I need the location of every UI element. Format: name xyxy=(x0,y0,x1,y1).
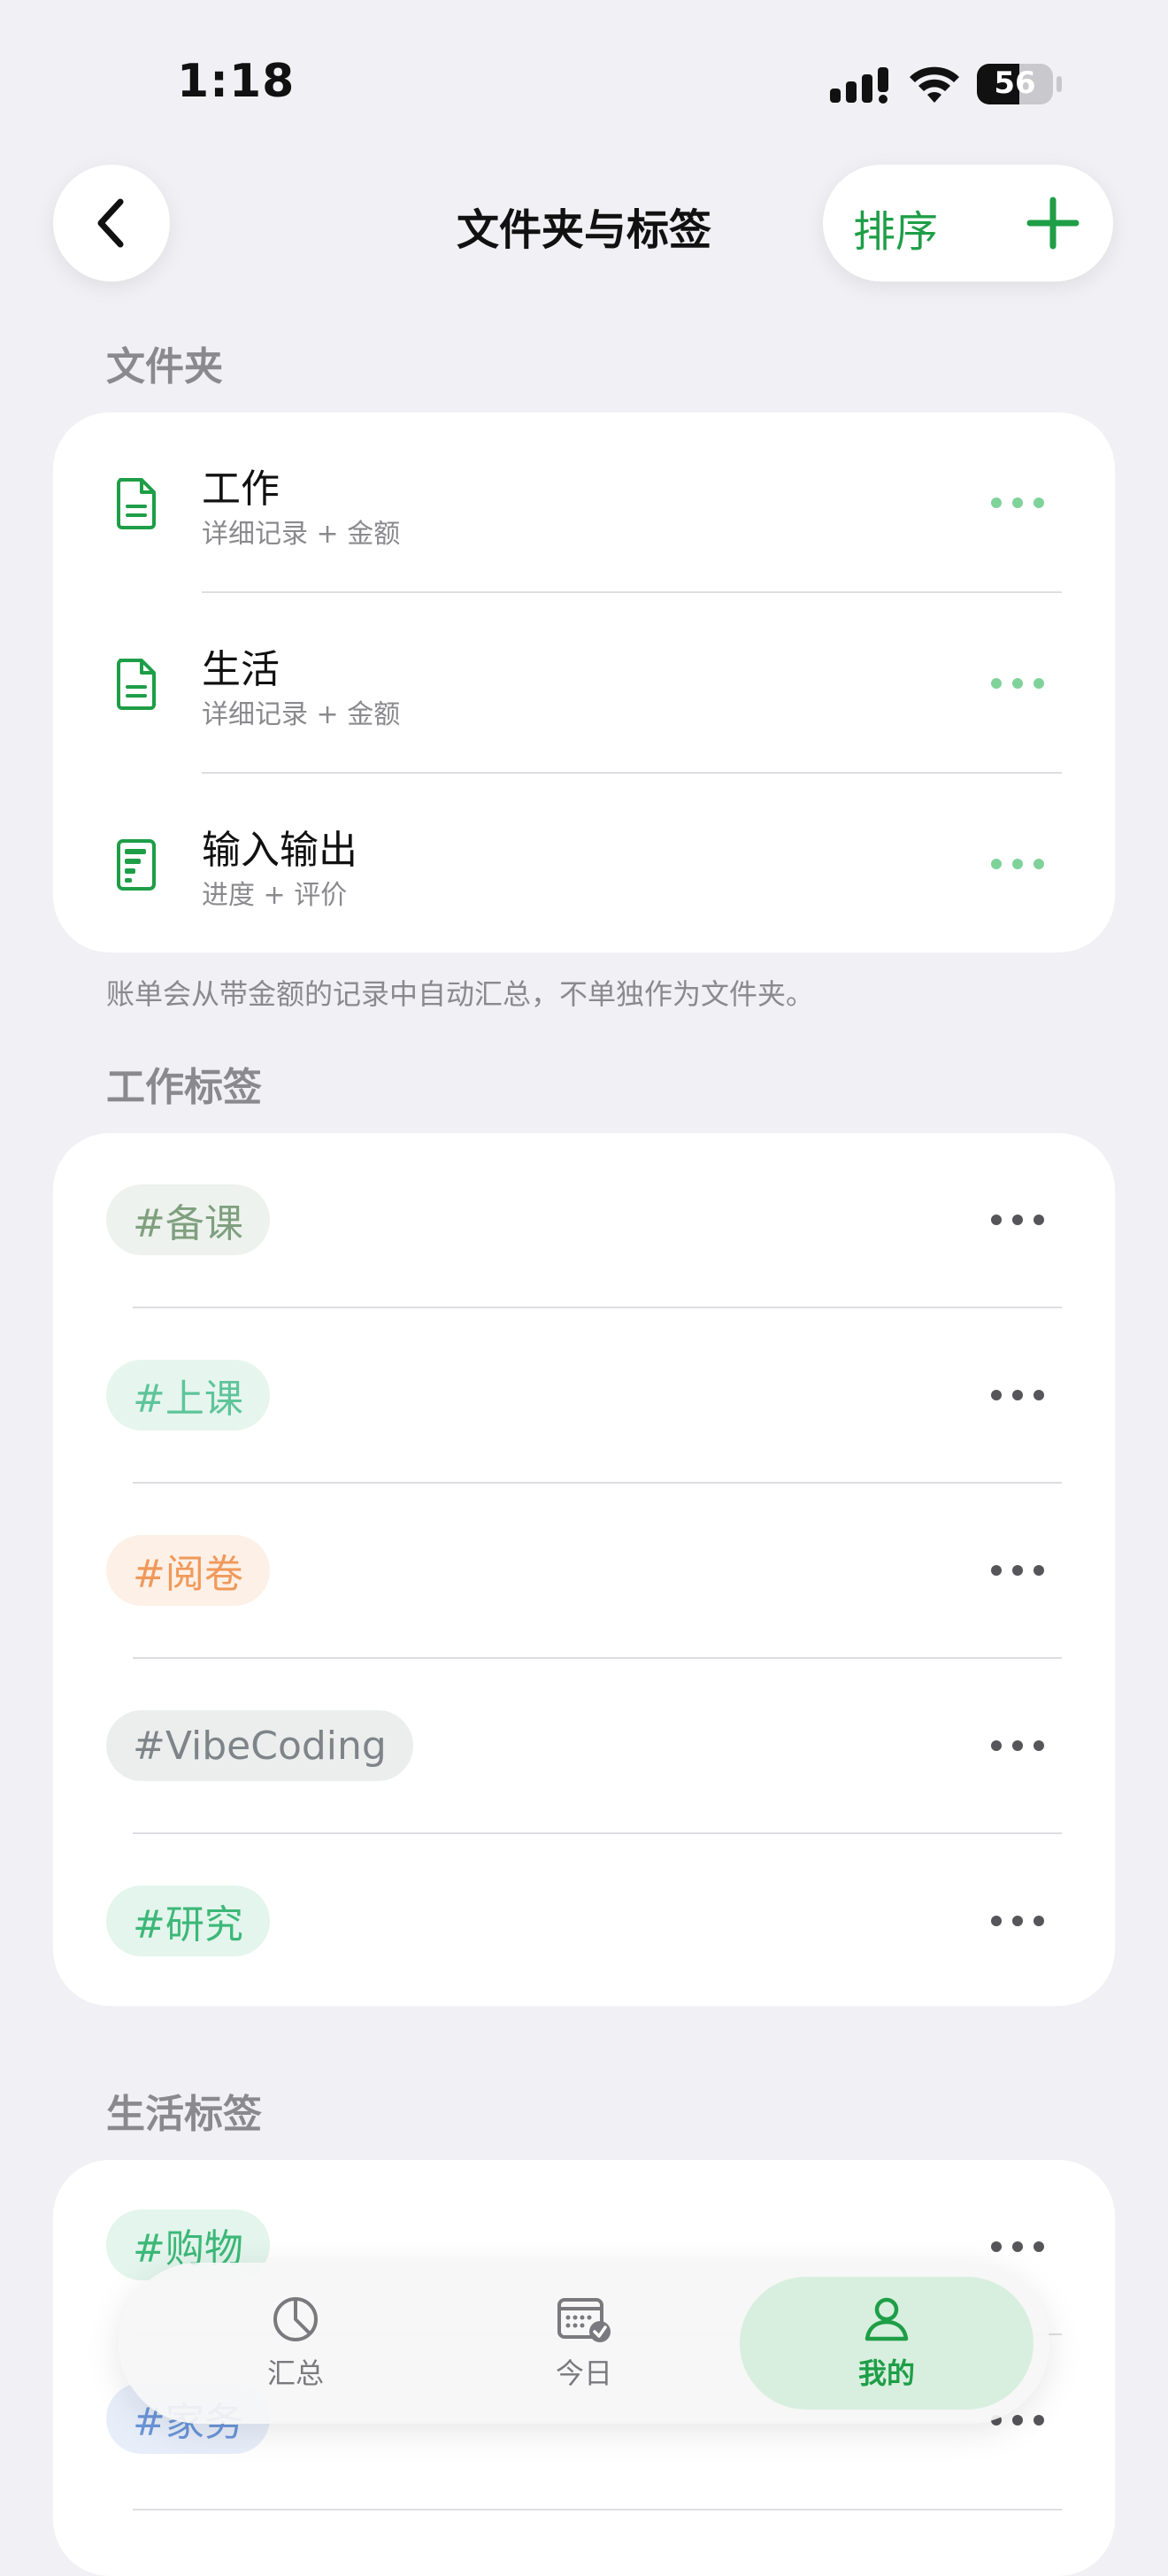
progress-document-icon xyxy=(117,839,156,891)
work-tags-heading: 工作标签 xyxy=(106,1065,262,1110)
more-icon[interactable] xyxy=(991,859,1044,871)
battery-percent: 56 xyxy=(994,66,1036,101)
status-time: 1:18 xyxy=(177,55,296,108)
tag-row[interactable]: #VibeCoding xyxy=(53,1659,1115,1834)
tag-row[interactable]: #阅卷 xyxy=(53,1484,1115,1659)
pie-chart-icon xyxy=(273,2297,318,2341)
work-tags-card: #备课 #上课 #阅卷 #VibeCoding #研究 xyxy=(53,1133,1115,2006)
folder-row-work[interactable]: 工作 详细记录 + 金额 xyxy=(53,413,1115,593)
folder-subtitle: 进度 + 评价 xyxy=(202,880,348,911)
nav-actions: 排序 xyxy=(823,165,1113,282)
tag-chip[interactable]: #上课 xyxy=(106,1360,270,1431)
tag-chip[interactable]: #阅卷 xyxy=(106,1535,270,1606)
battery-indicator: 56 xyxy=(977,64,1062,104)
sort-button[interactable]: 排序 xyxy=(853,197,938,258)
tab-label: 我的 xyxy=(857,2356,915,2390)
tag-chip[interactable]: #备课 xyxy=(106,1184,270,1255)
tab-today[interactable]: 今日 xyxy=(513,2263,655,2424)
folder-row-life[interactable]: 生活 详细记录 + 金额 xyxy=(53,593,1115,774)
life-tags-heading: 生活标签 xyxy=(106,2092,262,2137)
wifi-icon xyxy=(910,66,959,103)
folder-subtitle: 详细记录 + 金额 xyxy=(202,699,401,730)
chevron-left-icon xyxy=(97,198,124,248)
more-icon[interactable] xyxy=(991,497,1044,510)
more-icon[interactable] xyxy=(991,1740,1044,1753)
more-icon[interactable] xyxy=(991,1390,1044,1402)
folder-subtitle: 详细记录 + 金额 xyxy=(202,519,401,550)
calendar-check-icon xyxy=(557,2298,611,2342)
tag-row[interactable]: #备课 xyxy=(53,1133,1115,1308)
tab-label: 汇总 xyxy=(266,2356,324,2390)
more-icon[interactable] xyxy=(991,1565,1044,1577)
divider xyxy=(133,2509,1062,2510)
folder-title: 输入输出 xyxy=(202,828,357,873)
folder-row-io[interactable]: 输入输出 进度 + 评价 xyxy=(53,774,1115,953)
tag-chip[interactable]: #VibeCoding xyxy=(106,1710,413,1781)
folders-card: 工作 详细记录 + 金额 生活 详细记录 + 金额 输入输出 进度 + 评价 xyxy=(53,413,1115,953)
more-icon[interactable] xyxy=(991,1215,1044,1227)
tab-summary[interactable]: 汇总 xyxy=(225,2263,366,2424)
tag-row[interactable]: #研究 xyxy=(53,1834,1115,2006)
document-icon xyxy=(117,478,156,529)
more-icon[interactable] xyxy=(991,2241,1044,2254)
folder-title: 生活 xyxy=(202,647,280,692)
person-icon xyxy=(864,2297,909,2341)
folder-title: 工作 xyxy=(202,467,280,512)
folders-heading: 文件夹 xyxy=(106,344,223,389)
tag-chip[interactable]: #研究 xyxy=(106,1886,270,1956)
more-icon[interactable] xyxy=(991,678,1044,690)
tag-row[interactable]: #上课 xyxy=(53,1308,1115,1484)
document-icon xyxy=(117,659,156,710)
folders-footnote: 账单会从带金额的记录中自动汇总，不单独作为文件夹。 xyxy=(106,977,815,1011)
tab-mine[interactable]: 我的 xyxy=(816,2263,957,2424)
tab-label: 今日 xyxy=(555,2356,612,2390)
back-button[interactable] xyxy=(53,165,170,282)
cellular-signal-icon xyxy=(830,67,888,104)
add-icon[interactable] xyxy=(1025,195,1081,251)
more-icon[interactable] xyxy=(991,1916,1044,1928)
tab-bar: 汇总 今日 我的 xyxy=(119,2263,1049,2424)
page-title: 文件夹与标签 xyxy=(456,205,711,255)
